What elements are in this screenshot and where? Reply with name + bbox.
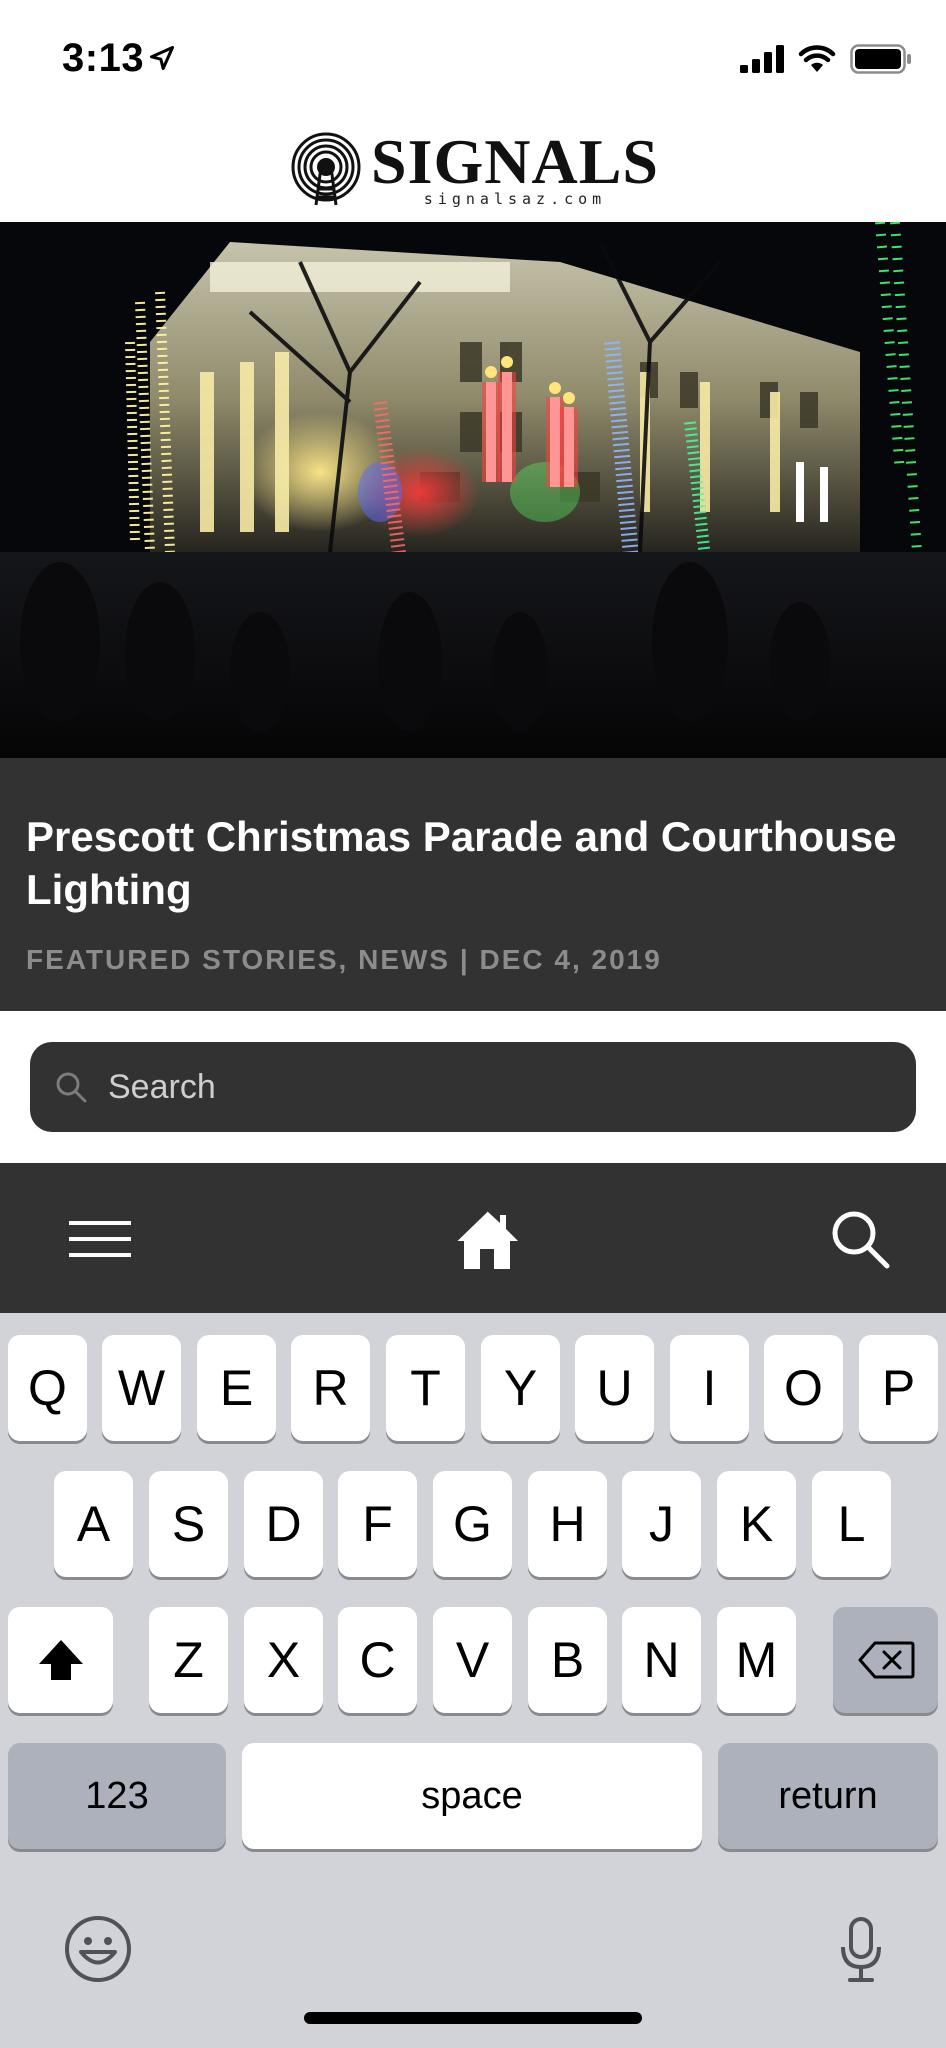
bottom-nav (0, 1163, 946, 1313)
story-title[interactable]: Prescott Christmas Parade and Courthouse… (26, 810, 906, 916)
key-j[interactable]: J (622, 1471, 701, 1577)
location-arrow-icon (149, 45, 175, 71)
search-area (0, 1011, 946, 1163)
key-d[interactable]: D (244, 1471, 323, 1577)
menu-button[interactable] (64, 1203, 136, 1275)
search-icon (832, 1211, 890, 1269)
key-v[interactable]: V (433, 1607, 512, 1713)
key-r[interactable]: R (291, 1335, 370, 1441)
search-box[interactable] (30, 1042, 916, 1132)
key-e[interactable]: E (197, 1335, 276, 1441)
radio-tower-icon (291, 132, 361, 206)
dictation-button[interactable] (838, 1917, 884, 1988)
return-key[interactable]: return (718, 1743, 938, 1849)
space-key[interactable]: space (242, 1743, 702, 1849)
menu-icon (69, 1221, 131, 1257)
key-u[interactable]: U (575, 1335, 654, 1441)
key-z[interactable]: Z (149, 1607, 228, 1713)
nav-search-button[interactable] (824, 1203, 896, 1275)
microphone-icon (841, 1917, 881, 1982)
battery-icon (850, 44, 911, 74)
key-g[interactable]: G (433, 1471, 512, 1577)
emoji-button[interactable] (64, 1915, 132, 1988)
key-p[interactable]: P (859, 1335, 938, 1441)
key-b[interactable]: B (528, 1607, 607, 1713)
home-button[interactable] (451, 1203, 523, 1275)
key-f[interactable]: F (338, 1471, 417, 1577)
search-icon (56, 1072, 87, 1103)
status-time: 3:13 (62, 36, 145, 80)
featured-image[interactable] (0, 222, 946, 758)
status-indicators (740, 44, 912, 74)
status-bar: 3:13 (0, 0, 946, 118)
onscreen-keyboard: Q W E R T Y U I O P A S D F G H J K L Z … (0, 1313, 946, 2048)
key-i[interactable]: I (670, 1335, 749, 1441)
key-y[interactable]: Y (481, 1335, 560, 1441)
key-c[interactable]: C (338, 1607, 417, 1713)
logo-wordmark: SIGNALS signalsaz.com (371, 130, 659, 210)
numbers-key[interactable]: 123 (8, 1743, 226, 1849)
cellular-signal-icon (740, 45, 784, 73)
logo-title: SIGNALS (371, 126, 659, 197)
key-o[interactable]: O (764, 1335, 843, 1441)
site-logo[interactable]: SIGNALS signalsaz.com (287, 130, 659, 210)
backspace-icon (858, 1641, 914, 1679)
shift-key[interactable] (8, 1607, 113, 1713)
wifi-icon (798, 45, 836, 72)
key-k[interactable]: K (717, 1471, 796, 1577)
key-l[interactable]: L (812, 1471, 891, 1577)
featured-story-caption[interactable]: Prescott Christmas Parade and Courthouse… (0, 758, 946, 1011)
key-x[interactable]: X (244, 1607, 323, 1713)
key-n[interactable]: N (622, 1607, 701, 1713)
home-indicator[interactable] (304, 2012, 642, 2024)
key-q[interactable]: Q (8, 1335, 87, 1441)
shift-icon (38, 1640, 83, 1680)
search-input[interactable] (108, 1057, 868, 1117)
key-m[interactable]: M (717, 1607, 796, 1713)
story-meta: FEATURED STORIES, NEWS | DEC 4, 2019 (26, 944, 662, 975)
emoji-icon (65, 1916, 131, 1982)
key-w[interactable]: W (102, 1335, 181, 1441)
key-a[interactable]: A (54, 1471, 133, 1577)
courthouse-lighting-photo (0, 222, 946, 758)
key-t[interactable]: T (386, 1335, 465, 1441)
site-header: SIGNALS signalsaz.com (0, 118, 946, 222)
screen: 3:13 SIGNALS signalsaz.com Prescott Chri… (0, 0, 946, 2048)
key-s[interactable]: S (149, 1471, 228, 1577)
key-h[interactable]: H (528, 1471, 607, 1577)
backspace-key[interactable] (833, 1607, 938, 1713)
home-icon (455, 1210, 518, 1269)
